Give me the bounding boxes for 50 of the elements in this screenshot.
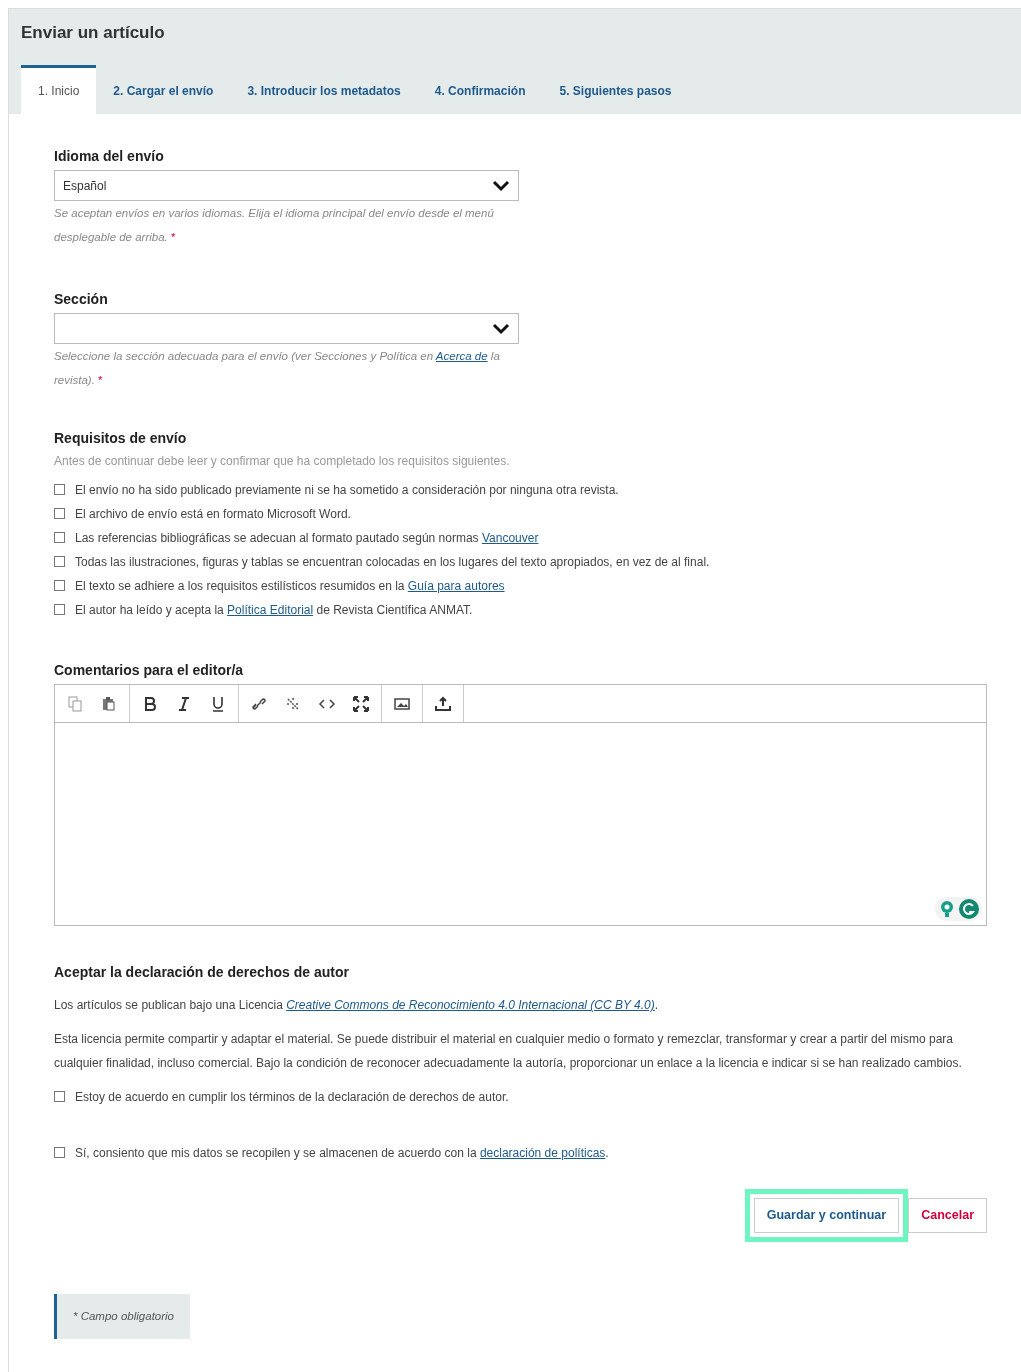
link[interactable]: Vancouver [481, 531, 539, 546]
select-field[interactable] [54, 313, 519, 345]
checkbox-label: El autor ha leído y acepta la Política Editorial de Revista Científica ANMAT. [75, 602, 473, 620]
checkbox-label: Todas las ilustraciones, figuras y tablas se encuentran colocadas en los lugares del texto apropiados, en vez de al final. [75, 554, 710, 572]
help-text: Se aceptan envíos en varios idiomas. Elija el idioma principal del envío desde el menú desplegable de arriba. * [54, 206, 495, 246]
chevron-down-icon [492, 322, 510, 335]
checkbox-label: El envío no ha sido publicado previamente ni se ha sometido a consideración por ninguna otra revista. [75, 482, 619, 500]
checkbox[interactable] [54, 556, 65, 568]
lightbulb-icon[interactable] [938, 899, 956, 920]
checkbox[interactable] [54, 1091, 65, 1103]
fullscreen-icon [352, 694, 370, 713]
paste-icon [100, 694, 118, 713]
intro-text: Antes de continuar debe leer y confirmar que ha completado los requisitos siguientes. [54, 453, 511, 471]
field-label: Sección [54, 290, 109, 310]
paragraph: Esta licencia permite compartir y adaptar el material. Se puede distribuir el material en cualquier medio o formato y remezclar, transformar y crear a partir del mismo para cualquier finalidad, incluso comercial. Bajo la condición de reconocer adecuadamente la autoría, proporcionar un enlace a la licencia e indicar si se han realizado cambios. [54, 1031, 963, 1073]
checkbox-label: Las referencias bibliográficas se adecuan al formato pautado según normas Vancouver [75, 530, 539, 548]
help-text: Seleccione la sección adecuada para el envío (ver Secciones y Política en Acerca de la revista). * [54, 349, 501, 389]
tab[interactable]: 1. Inicio [21, 65, 97, 115]
upload-icon [434, 694, 452, 713]
paragraph: Los artículos se publican bajo una Licencia Creative Commons de Reconocimiento 4.0 Internacional (CC BY 4.0). [54, 997, 660, 1015]
tab[interactable]: 2. Cargar el envío [96, 65, 231, 115]
checkbox-label: Sí, consiento que mis datos se recopilen y se almacenen de acuerdo con la declaración de políticas. [75, 1145, 609, 1163]
checkbox[interactable] [54, 532, 65, 544]
grammar-checker-icon[interactable] [959, 899, 979, 920]
checkbox[interactable] [54, 1147, 65, 1159]
chevron-down-icon [492, 179, 510, 192]
link[interactable]: Guía para autores [407, 579, 505, 594]
field-label: Comentarios para el editor/a [54, 661, 245, 681]
section-heading: Requisitos de envío [54, 429, 188, 449]
link[interactable]: Creative Commons de Reconocimiento 4.0 Internacional (CC BY 4.0) [286, 998, 655, 1013]
checkbox[interactable] [54, 604, 65, 616]
save-button[interactable]: Guardar y continuar [753, 1198, 900, 1234]
tab[interactable]: 3. Introducir los metadatos [230, 65, 418, 115]
field-label: Idioma del envío [54, 147, 165, 167]
checkbox[interactable] [54, 508, 65, 520]
checkbox[interactable] [54, 580, 65, 592]
checkbox[interactable] [54, 484, 65, 496]
section-heading: Aceptar la declaración de derechos de autor [54, 963, 350, 983]
checkbox-label: Estoy de acuerdo en cumplir los términos de la declaración de derechos de autor. [75, 1089, 509, 1107]
select-field[interactable]: Español [54, 170, 519, 202]
copy-icon [66, 694, 84, 713]
page-title: Enviar un artículo [21, 23, 166, 44]
checkbox-label: El texto se adhiere a los requisitos estilísticos resumidos en la Guía para autores [75, 578, 505, 596]
tab[interactable]: 4. Confirmación [417, 65, 543, 115]
required-field-note: * Campo obligatorio [54, 1294, 190, 1340]
checkbox-label: El archivo de envío está en formato Microsoft Word. [75, 506, 351, 524]
tab[interactable]: 5. Siguientes pasos [542, 65, 689, 115]
link[interactable]: Acerca de [435, 350, 488, 363]
cancel-button[interactable]: Cancelar [908, 1198, 987, 1234]
link[interactable]: Política Editorial [227, 603, 314, 618]
